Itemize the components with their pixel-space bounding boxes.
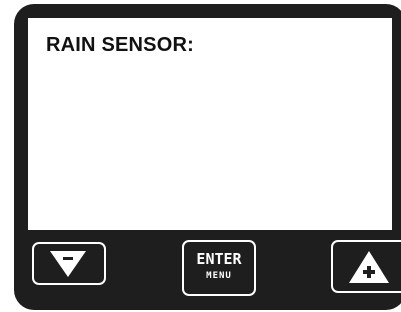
screen-title: RAIN SENSOR:: [46, 34, 194, 56]
enter-menu-button[interactable]: ENTER MENU: [182, 240, 256, 296]
menu-label: MENU: [206, 271, 232, 281]
triangle-down-minus-icon: [50, 251, 86, 277]
lcd-screen: RAIN SENSOR:: [28, 18, 392, 230]
down-minus-button[interactable]: [32, 242, 106, 285]
enter-label: ENTER: [196, 250, 242, 268]
up-plus-button[interactable]: [331, 240, 401, 293]
triangle-up-plus-icon: [349, 251, 389, 283]
